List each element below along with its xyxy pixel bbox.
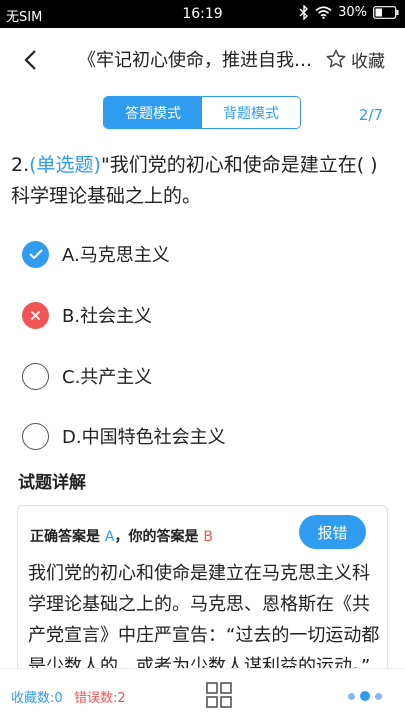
option-label: A.马克思主义 bbox=[62, 245, 170, 266]
bottom-bar: 收藏数:0 错误数:2 bbox=[0, 668, 405, 720]
answer-summary: 正确答案是 A，你的答案是 B bbox=[30, 526, 213, 546]
chevron-left-icon bbox=[24, 50, 36, 70]
battery-percent: 30% bbox=[338, 5, 367, 20]
option-a[interactable]: A.马克思主义 bbox=[22, 234, 382, 274]
favorite-button[interactable]: 收藏 bbox=[325, 44, 385, 74]
option-d[interactable]: D.中国特色社会主义 bbox=[22, 416, 382, 456]
correct-answer-prefix: 正确答案是 bbox=[30, 529, 100, 545]
option-b[interactable]: B.社会主义 bbox=[22, 295, 382, 335]
radio-empty-icon bbox=[22, 362, 49, 390]
status-bar: 无SIM 16:19 30% bbox=[0, 0, 405, 28]
grid-icon bbox=[206, 682, 232, 708]
question-grid-button[interactable] bbox=[205, 681, 233, 709]
user-answer: B bbox=[203, 529, 213, 545]
check-icon bbox=[22, 240, 49, 268]
favorites-count[interactable]: 收藏数:0 bbox=[11, 687, 63, 706]
back-button[interactable] bbox=[12, 42, 48, 78]
detail-heading: 试题详解 bbox=[18, 473, 86, 493]
page-title: 《牢记初心使命，推进自我革命》 bbox=[78, 50, 318, 71]
tab-answer-mode[interactable]: 答题模式 bbox=[104, 97, 202, 128]
battery-icon bbox=[373, 6, 399, 19]
option-label: C.共产主义 bbox=[62, 367, 153, 388]
status-icons: 30% bbox=[299, 5, 399, 20]
explanation-card: 正确答案是 A，你的答案是 B 报错 我们党的初心和使命是建立在马克思主义科学理… bbox=[17, 505, 388, 685]
report-error-button[interactable]: 报错 bbox=[299, 515, 366, 549]
page-counter: 2/7 bbox=[358, 106, 383, 124]
user-answer-prefix: 你的答案是 bbox=[128, 529, 199, 545]
mode-toggle: 答题模式 背题模式 bbox=[103, 96, 301, 129]
explanation-text: 我们党的初心和使命是建立在马克思主义科学理论基础之上的。马克思、恩格斯在《共产党… bbox=[28, 563, 380, 677]
page-dot bbox=[348, 692, 355, 700]
bluetooth-icon bbox=[299, 5, 309, 20]
errors-count[interactable]: 错误数:2 bbox=[74, 687, 126, 706]
favorite-label: 收藏 bbox=[351, 51, 385, 72]
cross-icon bbox=[22, 301, 49, 329]
option-c[interactable]: C.共产主义 bbox=[22, 356, 382, 396]
question-text: 2.(单选题)"我们党的初心和使命是建立在( )科学理论基础之上的。 bbox=[11, 150, 395, 212]
question-number: 2. bbox=[11, 154, 30, 176]
radio-empty-icon bbox=[22, 422, 49, 450]
page-dot bbox=[375, 692, 382, 700]
tab-memorize-mode[interactable]: 背题模式 bbox=[202, 97, 300, 128]
answer-separator: ， bbox=[114, 529, 129, 545]
option-label: B.社会主义 bbox=[62, 306, 153, 327]
option-label: D.中国特色社会主义 bbox=[62, 427, 226, 448]
page-dot-active bbox=[360, 691, 370, 701]
star-icon bbox=[326, 49, 346, 68]
wifi-icon bbox=[315, 6, 332, 19]
question-type: (单选题) bbox=[29, 154, 101, 176]
nav-bar: 《牢记初心使命，推进自我革命》 收藏 bbox=[0, 28, 405, 90]
page-indicator bbox=[348, 691, 382, 701]
